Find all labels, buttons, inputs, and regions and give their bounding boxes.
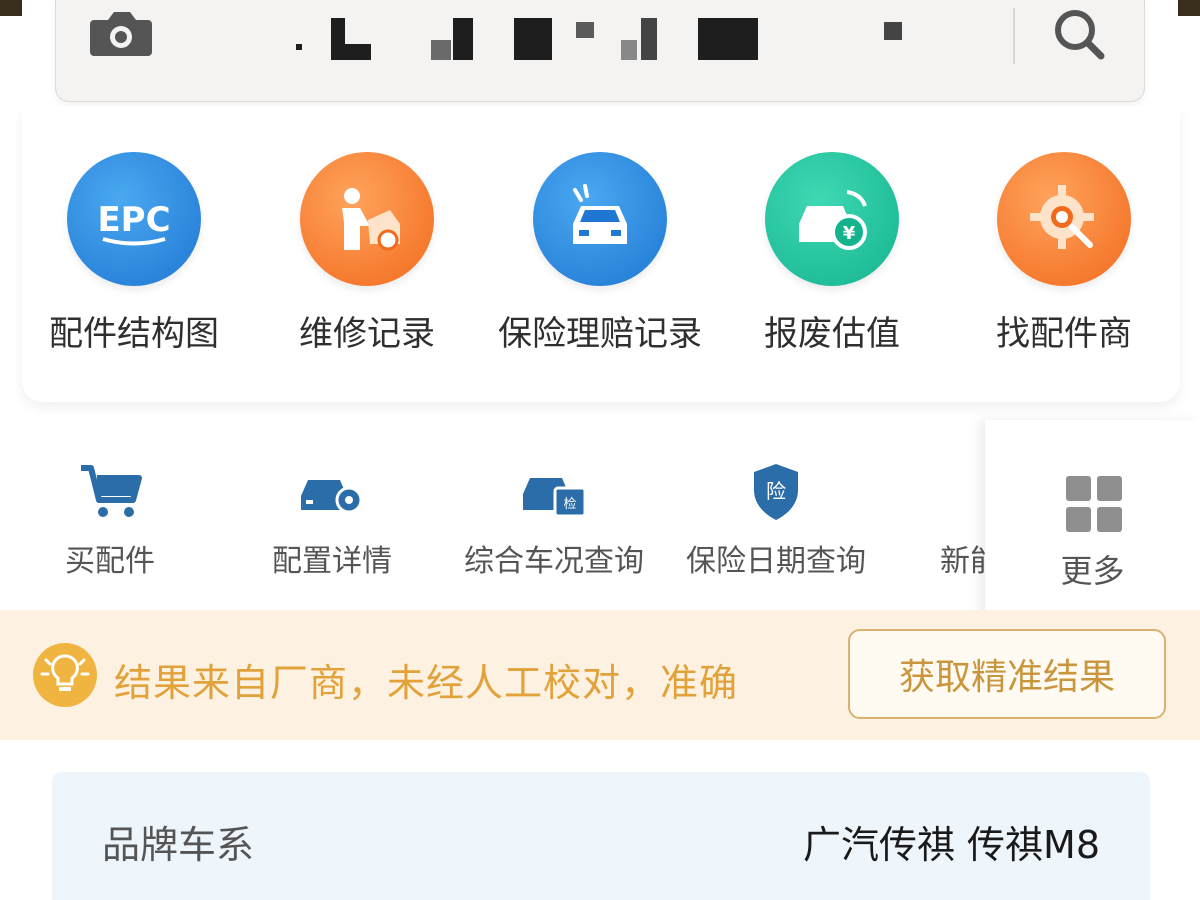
feature-card: EPC 配件结构图 维修记录 保险理赔记录 ¥ 报废估值 找配件商 <box>22 106 1180 402</box>
scrap-value-icon: ¥ <box>765 152 899 286</box>
tool-config-details[interactable]: 配置详情 <box>222 460 442 580</box>
svg-text:检: 检 <box>563 497 576 512</box>
vehicle-info-card: 品牌车系 广汽传祺 传祺M8 <box>52 772 1150 900</box>
tool-label: 保险日期查询 <box>686 544 866 579</box>
tool-label: 配置详情 <box>272 544 392 579</box>
tool-buy-parts[interactable]: 买配件 <box>0 460 220 580</box>
top-left-edge <box>0 0 22 16</box>
more-label: 更多 <box>1060 552 1125 590</box>
tool-label: 新能 <box>940 544 985 579</box>
car-check-icon: 检 <box>523 478 587 518</box>
feature-insurance-claims[interactable]: 保险理赔记录 <box>480 152 720 355</box>
feature-find-supplier[interactable]: 找配件商 <box>944 152 1184 355</box>
feature-label: 维修记录 <box>299 314 435 354</box>
feature-repair-records[interactable]: 维修记录 <box>247 152 487 355</box>
tool-label: 买配件 <box>65 544 155 579</box>
car-config-icon <box>301 480 363 514</box>
svg-text:EPC: EPC <box>97 200 170 240</box>
notice-fade <box>740 640 810 710</box>
feature-label: 找配件商 <box>996 314 1132 354</box>
bulb-icon <box>33 643 97 707</box>
brand-series-value: 广汽传祺 传祺M8 <box>802 823 1100 867</box>
epc-icon: EPC <box>67 152 201 286</box>
notice-banner: 结果来自厂商，未经人工校对，准确 获取精准结果 <box>0 610 1200 740</box>
search-bar[interactable] <box>55 0 1145 102</box>
new-energy-icon <box>935 460 985 522</box>
insurance-car-icon <box>533 152 667 286</box>
more-button[interactable]: 更多 <box>985 420 1200 615</box>
tool-label: 综合车况查询 <box>464 544 644 579</box>
tools-row: 买配件 配置详情 检 综合车况查询 险 保险日期查询 新 <box>0 430 985 600</box>
tool-new-energy[interactable]: 新能 <box>860 460 985 580</box>
get-precise-result-button[interactable]: 获取精准结果 <box>848 629 1166 719</box>
tool-vehicle-condition[interactable]: 检 综合车况查询 <box>444 460 664 580</box>
find-supplier-icon <box>997 152 1131 286</box>
camera-icon[interactable] <box>88 4 154 60</box>
feature-label: 报废估值 <box>764 314 900 354</box>
search-divider <box>1013 8 1015 64</box>
svg-text:¥: ¥ <box>843 223 856 244</box>
feature-epc[interactable]: EPC 配件结构图 <box>14 152 254 355</box>
feature-label: 保险理赔记录 <box>498 314 702 354</box>
tool-insurance-date[interactable]: 险 保险日期查询 <box>666 460 886 580</box>
repair-icon <box>300 152 434 286</box>
svg-text:险: 险 <box>766 479 786 503</box>
grid-icon <box>1066 476 1122 532</box>
top-right-edge <box>1178 0 1200 16</box>
brand-series-label: 品牌车系 <box>102 823 255 867</box>
feature-scrap-valuation[interactable]: ¥ 报废估值 <box>712 152 952 355</box>
feature-label: 配件结构图 <box>49 314 219 354</box>
insurance-shield-icon: 险 <box>754 464 798 520</box>
search-icon[interactable] <box>1051 6 1107 62</box>
notice-text: 结果来自厂商，未经人工校对，准确 <box>114 661 739 705</box>
cart-icon <box>81 465 142 517</box>
